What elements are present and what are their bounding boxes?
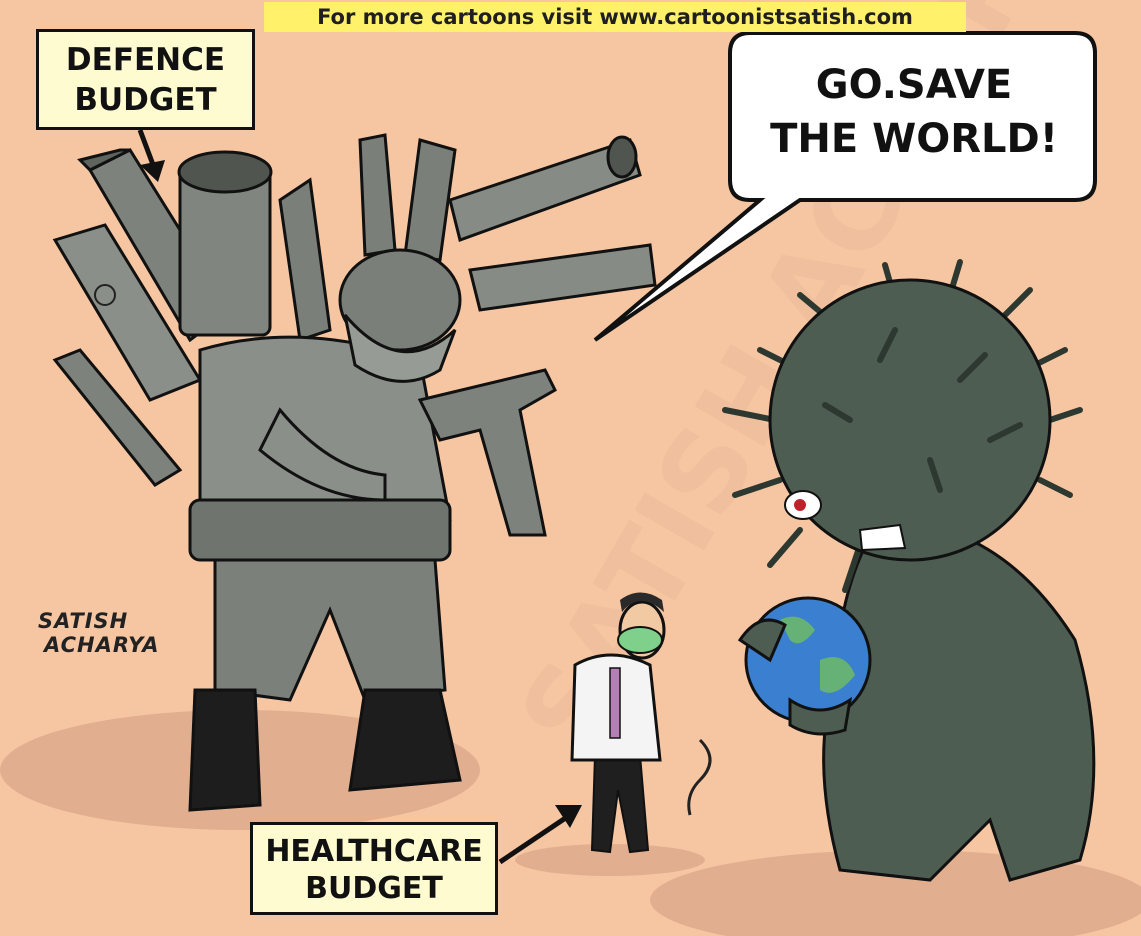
soldier-legs	[213, 558, 447, 702]
healthcare-label-line2: BUDGET	[305, 871, 443, 906]
artist-signature: SATISH ACHARYA	[38, 609, 188, 657]
speech-line2: THE WORLD!	[770, 116, 1058, 162]
doctor-tie	[609, 667, 621, 739]
defence-label-line1: DEFENCE	[65, 42, 226, 78]
virus-body	[822, 518, 1096, 882]
missile	[403, 138, 457, 262]
soldier-boot-left	[188, 688, 262, 812]
ammo-belt	[188, 498, 452, 562]
website-banner: For more cartoons visit www.cartoonistsa…	[264, 2, 966, 32]
healthcare-budget-label: HEALTHCARE BUDGET	[250, 822, 498, 915]
earth-globe	[744, 596, 872, 724]
virus-pupil	[794, 499, 806, 511]
soldier-boot-right	[348, 688, 462, 792]
gun-barrel	[468, 243, 657, 312]
defence-budget-label: DEFENCE BUDGET	[36, 29, 255, 130]
missile	[278, 177, 332, 342]
signature-line1: SATISH	[38, 609, 129, 633]
defence-label-line2: BUDGET	[74, 82, 217, 118]
missile	[358, 133, 397, 257]
doctor-legs	[590, 754, 650, 854]
gun-mouth	[606, 135, 638, 179]
signature-line2: ACHARYA	[44, 633, 160, 657]
speech-bubble-text: GO.SAVE THE WORLD!	[744, 58, 1084, 166]
speech-line1: GO.SAVE	[815, 62, 1013, 108]
cannon-mouth	[177, 150, 273, 194]
healthcare-label-line1: HEALTHCARE	[265, 834, 483, 869]
stethoscope	[687, 738, 712, 816]
virus-mouth	[858, 523, 907, 552]
cartoon-canvas: SATISH ACHARYA	[0, 0, 1141, 936]
surgical-mask	[617, 626, 663, 654]
